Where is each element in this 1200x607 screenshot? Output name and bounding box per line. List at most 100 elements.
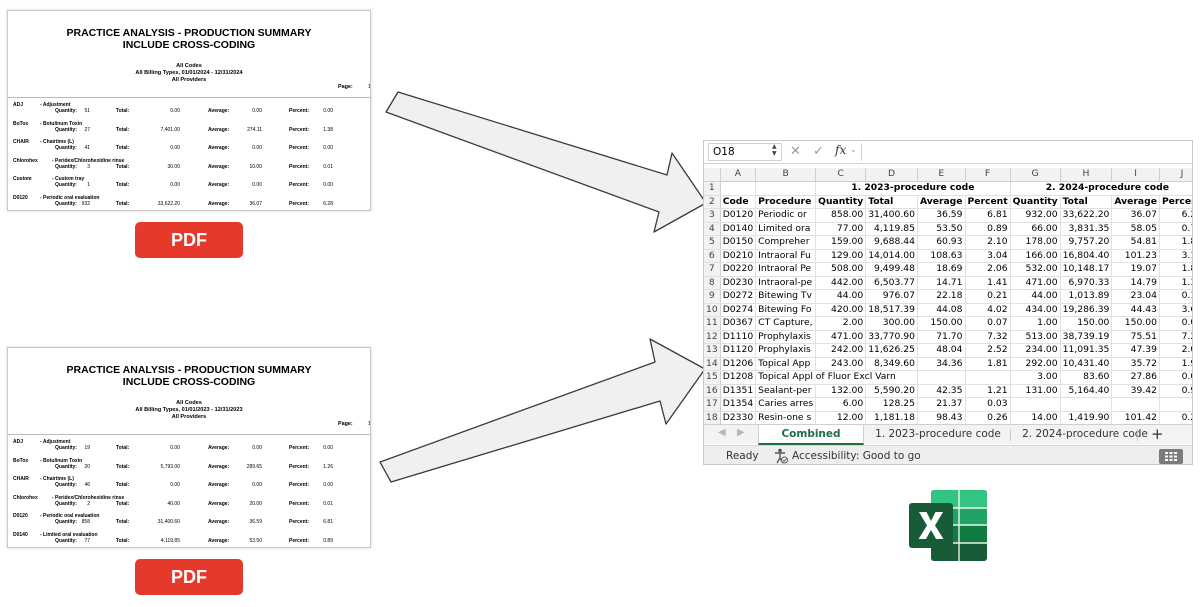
row-header[interactable]: 6	[704, 249, 721, 263]
cancel-x-icon[interactable]: ✕	[790, 144, 801, 160]
header-cell[interactable]: Percent	[965, 195, 1011, 209]
row-header[interactable]: 5	[704, 235, 721, 250]
row-header[interactable]: 17	[704, 397, 721, 412]
cell[interactable]: 44.00	[1010, 289, 1061, 304]
cell[interactable]: 54.81	[1111, 235, 1160, 250]
cell[interactable]: 39.42	[1111, 384, 1160, 398]
cell[interactable]	[755, 181, 817, 196]
cell[interactable]: 471.00	[1010, 276, 1061, 290]
cell[interactable]: 58.05	[1111, 222, 1160, 236]
cell[interactable]: Topical App	[755, 357, 817, 371]
cell[interactable]: 7.23	[1159, 330, 1192, 344]
tab-2023-procedure-code[interactable]: 1. 2023-procedure code	[866, 425, 1010, 445]
tab-combined[interactable]: Combined	[758, 425, 864, 445]
cell[interactable]: 31,400.60	[865, 208, 918, 223]
cell[interactable]: D1208	[720, 370, 757, 385]
cell[interactable]: 53.50	[917, 222, 966, 236]
cell[interactable]: 6,503.77	[865, 276, 918, 290]
add-sheet-button[interactable]: +	[1151, 425, 1164, 444]
cell[interactable]: 0.27	[1159, 411, 1192, 425]
cell[interactable]: 234.00	[1010, 343, 1061, 358]
cell[interactable]: D0210	[720, 249, 757, 263]
cell[interactable]: 4.02	[965, 303, 1011, 317]
cell[interactable]: 0.26	[965, 411, 1011, 425]
cell[interactable]	[1159, 397, 1192, 412]
column-header[interactable]: J	[1159, 168, 1192, 182]
cell[interactable]: 18.69	[917, 262, 966, 277]
normal-view-icon[interactable]	[1159, 449, 1183, 464]
cell[interactable]: D0272	[720, 289, 757, 304]
cell[interactable]: 9,499.48	[865, 262, 918, 277]
cell[interactable]: 71.70	[917, 330, 966, 344]
column-header[interactable]: A	[720, 168, 757, 182]
cell[interactable]: 98.43	[917, 411, 966, 425]
accessibility-icon[interactable]	[774, 448, 788, 464]
cell[interactable]	[965, 370, 1011, 385]
cell[interactable]: 150.00	[1111, 316, 1160, 331]
cell[interactable]: 34.36	[917, 357, 966, 371]
cell[interactable]: D1120	[720, 343, 757, 358]
cell[interactable]: 10,431.40	[1060, 357, 1113, 371]
cell[interactable]: 7.32	[965, 330, 1011, 344]
row-header[interactable]: 9	[704, 289, 721, 304]
chevron-down-icon[interactable]: ⌄	[850, 145, 857, 154]
cell[interactable]: 2.06	[965, 262, 1011, 277]
name-box-stepper-icon[interactable]: ▲ ▼	[772, 143, 777, 157]
cell[interactable]: 3.60	[1159, 303, 1192, 317]
cell[interactable]: 932.00	[1010, 208, 1061, 223]
cell[interactable]: 23.04	[1111, 289, 1160, 304]
cell[interactable]: 47.39	[1111, 343, 1160, 358]
cell[interactable]: 1.41	[965, 276, 1011, 290]
cell[interactable]: 0.19	[1159, 289, 1192, 304]
cell[interactable]: 11,091.35	[1060, 343, 1113, 358]
column-header[interactable]: C	[815, 168, 867, 182]
row-header[interactable]: 15	[704, 370, 721, 385]
row-header[interactable]: 8	[704, 276, 721, 290]
group-header-2024[interactable]: 2. 2024-procedure code	[1010, 181, 1192, 196]
column-header[interactable]: F	[965, 168, 1011, 182]
cell[interactable]: 38,739.19	[1060, 330, 1113, 344]
column-header[interactable]: E	[917, 168, 966, 182]
cell[interactable]: 3.00	[1010, 370, 1061, 385]
cell[interactable]	[917, 370, 966, 385]
next-sheet-icon[interactable]: ▶	[737, 427, 745, 438]
row-header[interactable]: 18	[704, 411, 721, 425]
cell[interactable]: 83.60	[1060, 370, 1113, 385]
cell[interactable]: 33,770.90	[865, 330, 918, 344]
cell[interactable]: Limited ora	[755, 222, 817, 236]
formula-input[interactable]	[861, 143, 1188, 161]
cell[interactable]: 14.71	[917, 276, 966, 290]
header-cell[interactable]: Procedure	[755, 195, 817, 209]
cell[interactable]: D0220	[720, 262, 757, 277]
cell[interactable]: 0.21	[965, 289, 1011, 304]
cell[interactable]: 5,590.20	[865, 384, 918, 398]
column-header[interactable]: H	[1060, 168, 1113, 182]
cell[interactable]: Topical Appl of Fluor Excl Varn	[755, 370, 918, 385]
cell[interactable]: 150.00	[1060, 316, 1113, 331]
spreadsheet-grid[interactable]: ABCDEFGHIJ 1 1. 2023-procedure code 2. 2…	[704, 168, 1192, 426]
cell[interactable]: 77.00	[815, 222, 867, 236]
cell[interactable]: 14,014.00	[865, 249, 918, 263]
cell[interactable]: D1110	[720, 330, 757, 344]
cell[interactable]: 16,804.40	[1060, 249, 1113, 263]
cell[interactable]: 513.00	[1010, 330, 1061, 344]
cell[interactable]	[1010, 397, 1061, 412]
cell[interactable]: 27.86	[1111, 370, 1160, 385]
cell[interactable]: 508.00	[815, 262, 867, 277]
cell[interactable]: 0.07	[965, 316, 1011, 331]
header-cell[interactable]: Quantity	[815, 195, 867, 209]
check-icon[interactable]: ✓	[813, 144, 824, 160]
cell[interactable]: 1.95	[1159, 357, 1192, 371]
cell[interactable]: 66.00	[1010, 222, 1061, 236]
cell[interactable]: 19.07	[1111, 262, 1160, 277]
cell[interactable]: CT Capture,	[755, 316, 817, 331]
cell[interactable]: 0.03	[1159, 316, 1192, 331]
cell[interactable]: 44.43	[1111, 303, 1160, 317]
cell[interactable]: Intraoral Pe	[755, 262, 817, 277]
cell[interactable]: D0274	[720, 303, 757, 317]
cell[interactable]: 22.18	[917, 289, 966, 304]
cell[interactable]: 6.81	[965, 208, 1011, 223]
cell[interactable]: 75.51	[1111, 330, 1160, 344]
cell[interactable]: Resin-one s	[755, 411, 817, 425]
cell[interactable]: 12.00	[815, 411, 867, 425]
